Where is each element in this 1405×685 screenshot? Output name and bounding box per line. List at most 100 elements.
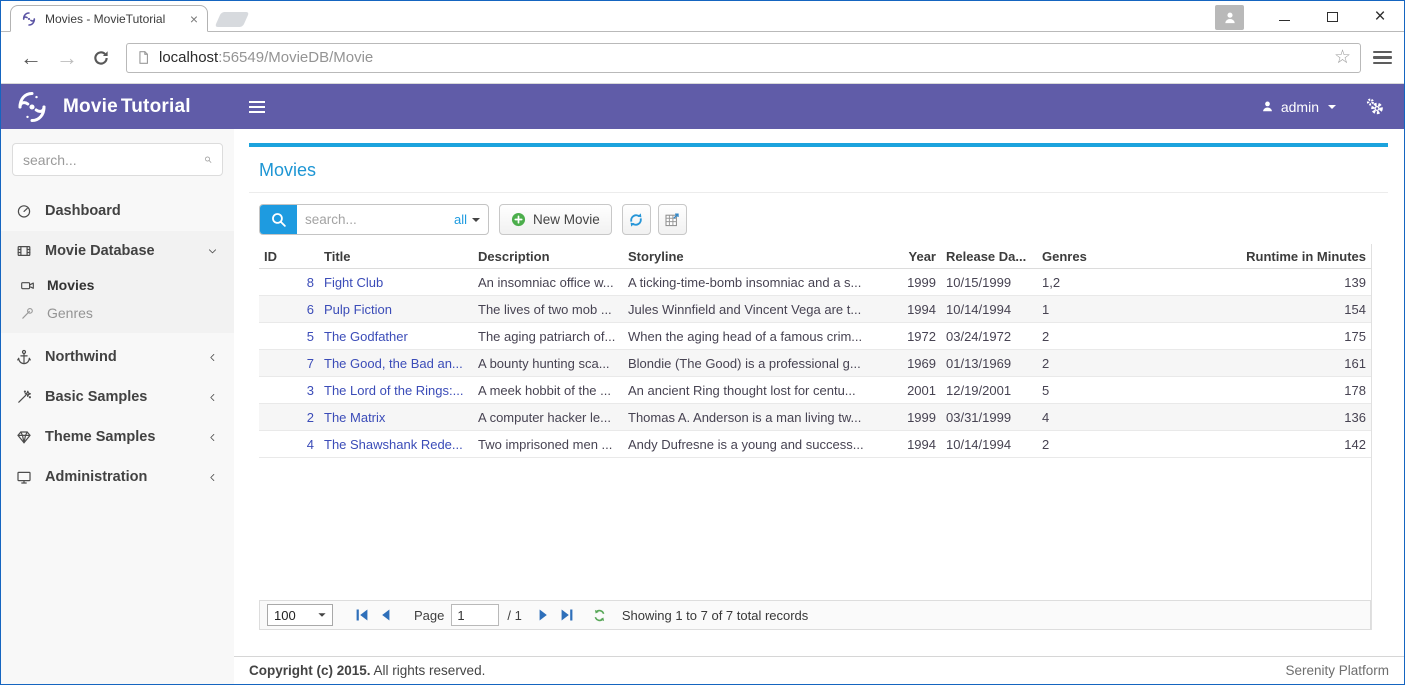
cell-movie-id: 5 xyxy=(259,329,319,344)
user-menu[interactable]: admin xyxy=(1261,99,1336,115)
cell-movie-genres: 2 xyxy=(1037,329,1237,344)
favicon-swirl-icon xyxy=(21,11,37,27)
maximize-button[interactable] xyxy=(1308,2,1356,31)
pin-icon xyxy=(20,306,35,321)
last-page-button[interactable] xyxy=(560,608,574,622)
column-header-description[interactable]: Description xyxy=(473,249,623,264)
sidebar-item-administration[interactable]: Administration xyxy=(1,457,234,497)
anchor-icon xyxy=(16,349,32,365)
sidebar-item-northwind[interactable]: Northwind xyxy=(1,337,234,377)
column-header-id[interactable]: ID xyxy=(259,249,319,264)
pager-status: Showing 1 to 7 of 7 total records xyxy=(622,608,808,623)
settings-gears-icon[interactable] xyxy=(1366,98,1385,116)
page-number-input[interactable] xyxy=(451,604,499,626)
table-row[interactable]: 3The Lord of the Rings:...A meek hobbit … xyxy=(259,377,1371,404)
cell-movie-runtime: 136 xyxy=(1237,410,1371,425)
cell-movie-id: 3 xyxy=(259,383,319,398)
sidebar-item-movies[interactable]: Movies xyxy=(1,271,234,299)
tab-close-icon[interactable]: × xyxy=(190,12,198,26)
cell-movie-storyline: Thomas A. Anderson is a man living tw... xyxy=(623,410,873,425)
cell-movie-title-link[interactable]: The Lord of the Rings:... xyxy=(319,383,473,398)
table-row[interactable]: 6Pulp FictionThe lives of two mob ...Jul… xyxy=(259,296,1371,323)
table-row[interactable]: 7The Good, the Bad an...A bounty hunting… xyxy=(259,350,1371,377)
next-page-button[interactable] xyxy=(536,608,550,622)
sidebar-item-genres[interactable]: Genres xyxy=(1,299,234,327)
cell-movie-year: 1999 xyxy=(873,410,941,425)
cell-movie-title-link[interactable]: Pulp Fiction xyxy=(319,302,473,317)
grid-search-input[interactable] xyxy=(297,205,454,234)
sidebar-search-input[interactable] xyxy=(23,152,204,168)
pager-refresh-icon[interactable] xyxy=(592,608,607,623)
new-tab-button[interactable] xyxy=(215,12,250,27)
browser-tab[interactable]: Movies - MovieTutorial × xyxy=(10,5,208,32)
table-row[interactable]: 5The GodfatherThe aging patriarch of...W… xyxy=(259,323,1371,350)
cell-movie-id: 7 xyxy=(259,356,319,371)
page-document-icon xyxy=(136,50,151,65)
cell-movie-title-link[interactable]: The Good, the Bad an... xyxy=(319,356,473,371)
back-button[interactable]: ← xyxy=(20,47,42,69)
cell-movie-title-link[interactable]: The Shawshank Rede... xyxy=(319,437,473,452)
cell-movie-genres: 1 xyxy=(1037,302,1237,317)
cell-movie-release-date: 03/31/1999 xyxy=(941,410,1037,425)
quick-search-button[interactable] xyxy=(260,205,297,234)
cell-movie-genres: 2 xyxy=(1037,437,1237,452)
sidebar-item-movie-database[interactable]: Movie Database xyxy=(1,231,234,271)
reload-button[interactable] xyxy=(92,49,110,67)
table-row[interactable]: 2The MatrixA computer hacker le...Thomas… xyxy=(259,404,1371,431)
url-bar[interactable]: localhost:56549/MovieDB/Movie ☆ xyxy=(126,43,1361,73)
column-header-storyline[interactable]: Storyline xyxy=(623,249,873,264)
cell-movie-release-date: 03/24/1972 xyxy=(941,329,1037,344)
new-movie-button[interactable]: New Movie xyxy=(499,204,612,235)
cell-movie-title-link[interactable]: The Godfather xyxy=(319,329,473,344)
grid-body: 8Fight ClubAn insomniac office w...A tic… xyxy=(259,269,1371,458)
url-path: :56549/MovieDB/Movie xyxy=(218,49,373,66)
cell-movie-description: A computer hacker le... xyxy=(473,410,623,425)
page-size-select[interactable]: 100 xyxy=(267,604,333,626)
sidebar-item-dashboard[interactable]: Dashboard xyxy=(1,191,234,231)
cell-movie-title-link[interactable]: The Matrix xyxy=(319,410,473,425)
cell-movie-year: 1994 xyxy=(873,437,941,452)
cell-movie-title-link[interactable]: Fight Club xyxy=(319,275,473,290)
sidebar-item-theme-samples[interactable]: Theme Samples xyxy=(1,417,234,457)
column-header-release-date[interactable]: Release Da... xyxy=(941,249,1037,264)
previous-page-button[interactable] xyxy=(379,608,393,622)
minimize-icon xyxy=(1279,20,1290,21)
first-page-button[interactable] xyxy=(355,608,369,622)
forward-button[interactable]: → xyxy=(56,47,78,69)
content-area: Movies all xyxy=(234,129,1404,656)
browser-menu-icon[interactable] xyxy=(1373,48,1392,68)
cell-movie-release-date: 10/14/1994 xyxy=(941,302,1037,317)
window-controls: × xyxy=(1215,1,1404,32)
column-header-runtime[interactable]: Runtime in Minutes xyxy=(1237,249,1371,264)
sidebar-item-basic-samples[interactable]: Basic Samples xyxy=(1,377,234,417)
chevron-left-icon xyxy=(207,472,218,483)
gem-icon xyxy=(16,429,32,445)
tab-title: Movies - MovieTutorial xyxy=(45,12,182,26)
table-row[interactable]: 4The Shawshank Rede...Two imprisoned men… xyxy=(259,431,1371,458)
caret-down-icon xyxy=(318,613,325,617)
minimize-button[interactable] xyxy=(1260,2,1308,31)
plus-circle-icon xyxy=(511,212,526,227)
table-row[interactable]: 8Fight ClubAn insomniac office w...A tic… xyxy=(259,269,1371,296)
column-header-year[interactable]: Year xyxy=(873,249,941,264)
cell-movie-description: The lives of two mob ... xyxy=(473,302,623,317)
serenity-logo-icon xyxy=(14,89,50,125)
sidebar-toggle-icon[interactable] xyxy=(249,98,265,116)
column-header-title[interactable]: Title xyxy=(319,249,473,264)
cell-movie-runtime: 142 xyxy=(1237,437,1371,452)
bookmark-star-icon[interactable]: ☆ xyxy=(1334,46,1351,69)
sidebar-nav: Dashboard Movie Database Movies Genres xyxy=(1,191,234,497)
movies-grid: ID Title Description Storyline Year Rele… xyxy=(259,244,1372,630)
search-field-select[interactable]: all xyxy=(454,205,488,234)
grid-pager: 100 Page / 1 xyxy=(259,600,1371,630)
cell-movie-id: 2 xyxy=(259,410,319,425)
refresh-button[interactable] xyxy=(622,204,651,235)
column-header-genres[interactable]: Genres xyxy=(1037,249,1237,264)
close-button[interactable]: × xyxy=(1356,2,1404,31)
cell-movie-release-date: 10/15/1999 xyxy=(941,275,1037,290)
browser-window: Movies - MovieTutorial × × ← → xyxy=(0,0,1405,685)
cell-movie-year: 1994 xyxy=(873,302,941,317)
column-picker-button[interactable] xyxy=(658,204,687,235)
header-right: admin xyxy=(1261,98,1404,116)
browser-profile-icon[interactable] xyxy=(1215,5,1244,30)
